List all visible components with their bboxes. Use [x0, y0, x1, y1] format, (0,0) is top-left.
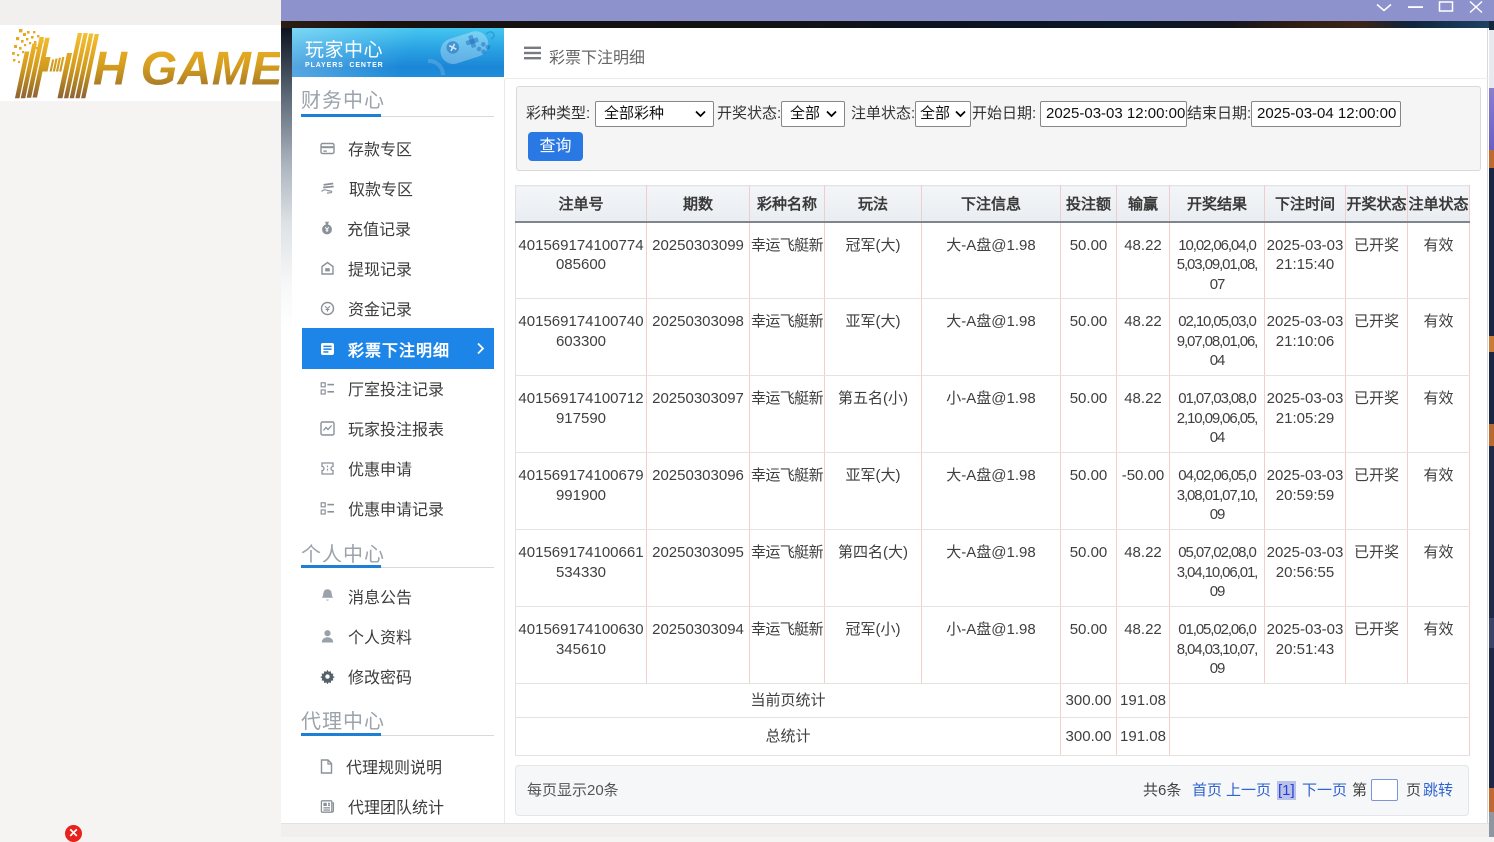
svg-text:H GAME: H GAME — [93, 42, 280, 95]
